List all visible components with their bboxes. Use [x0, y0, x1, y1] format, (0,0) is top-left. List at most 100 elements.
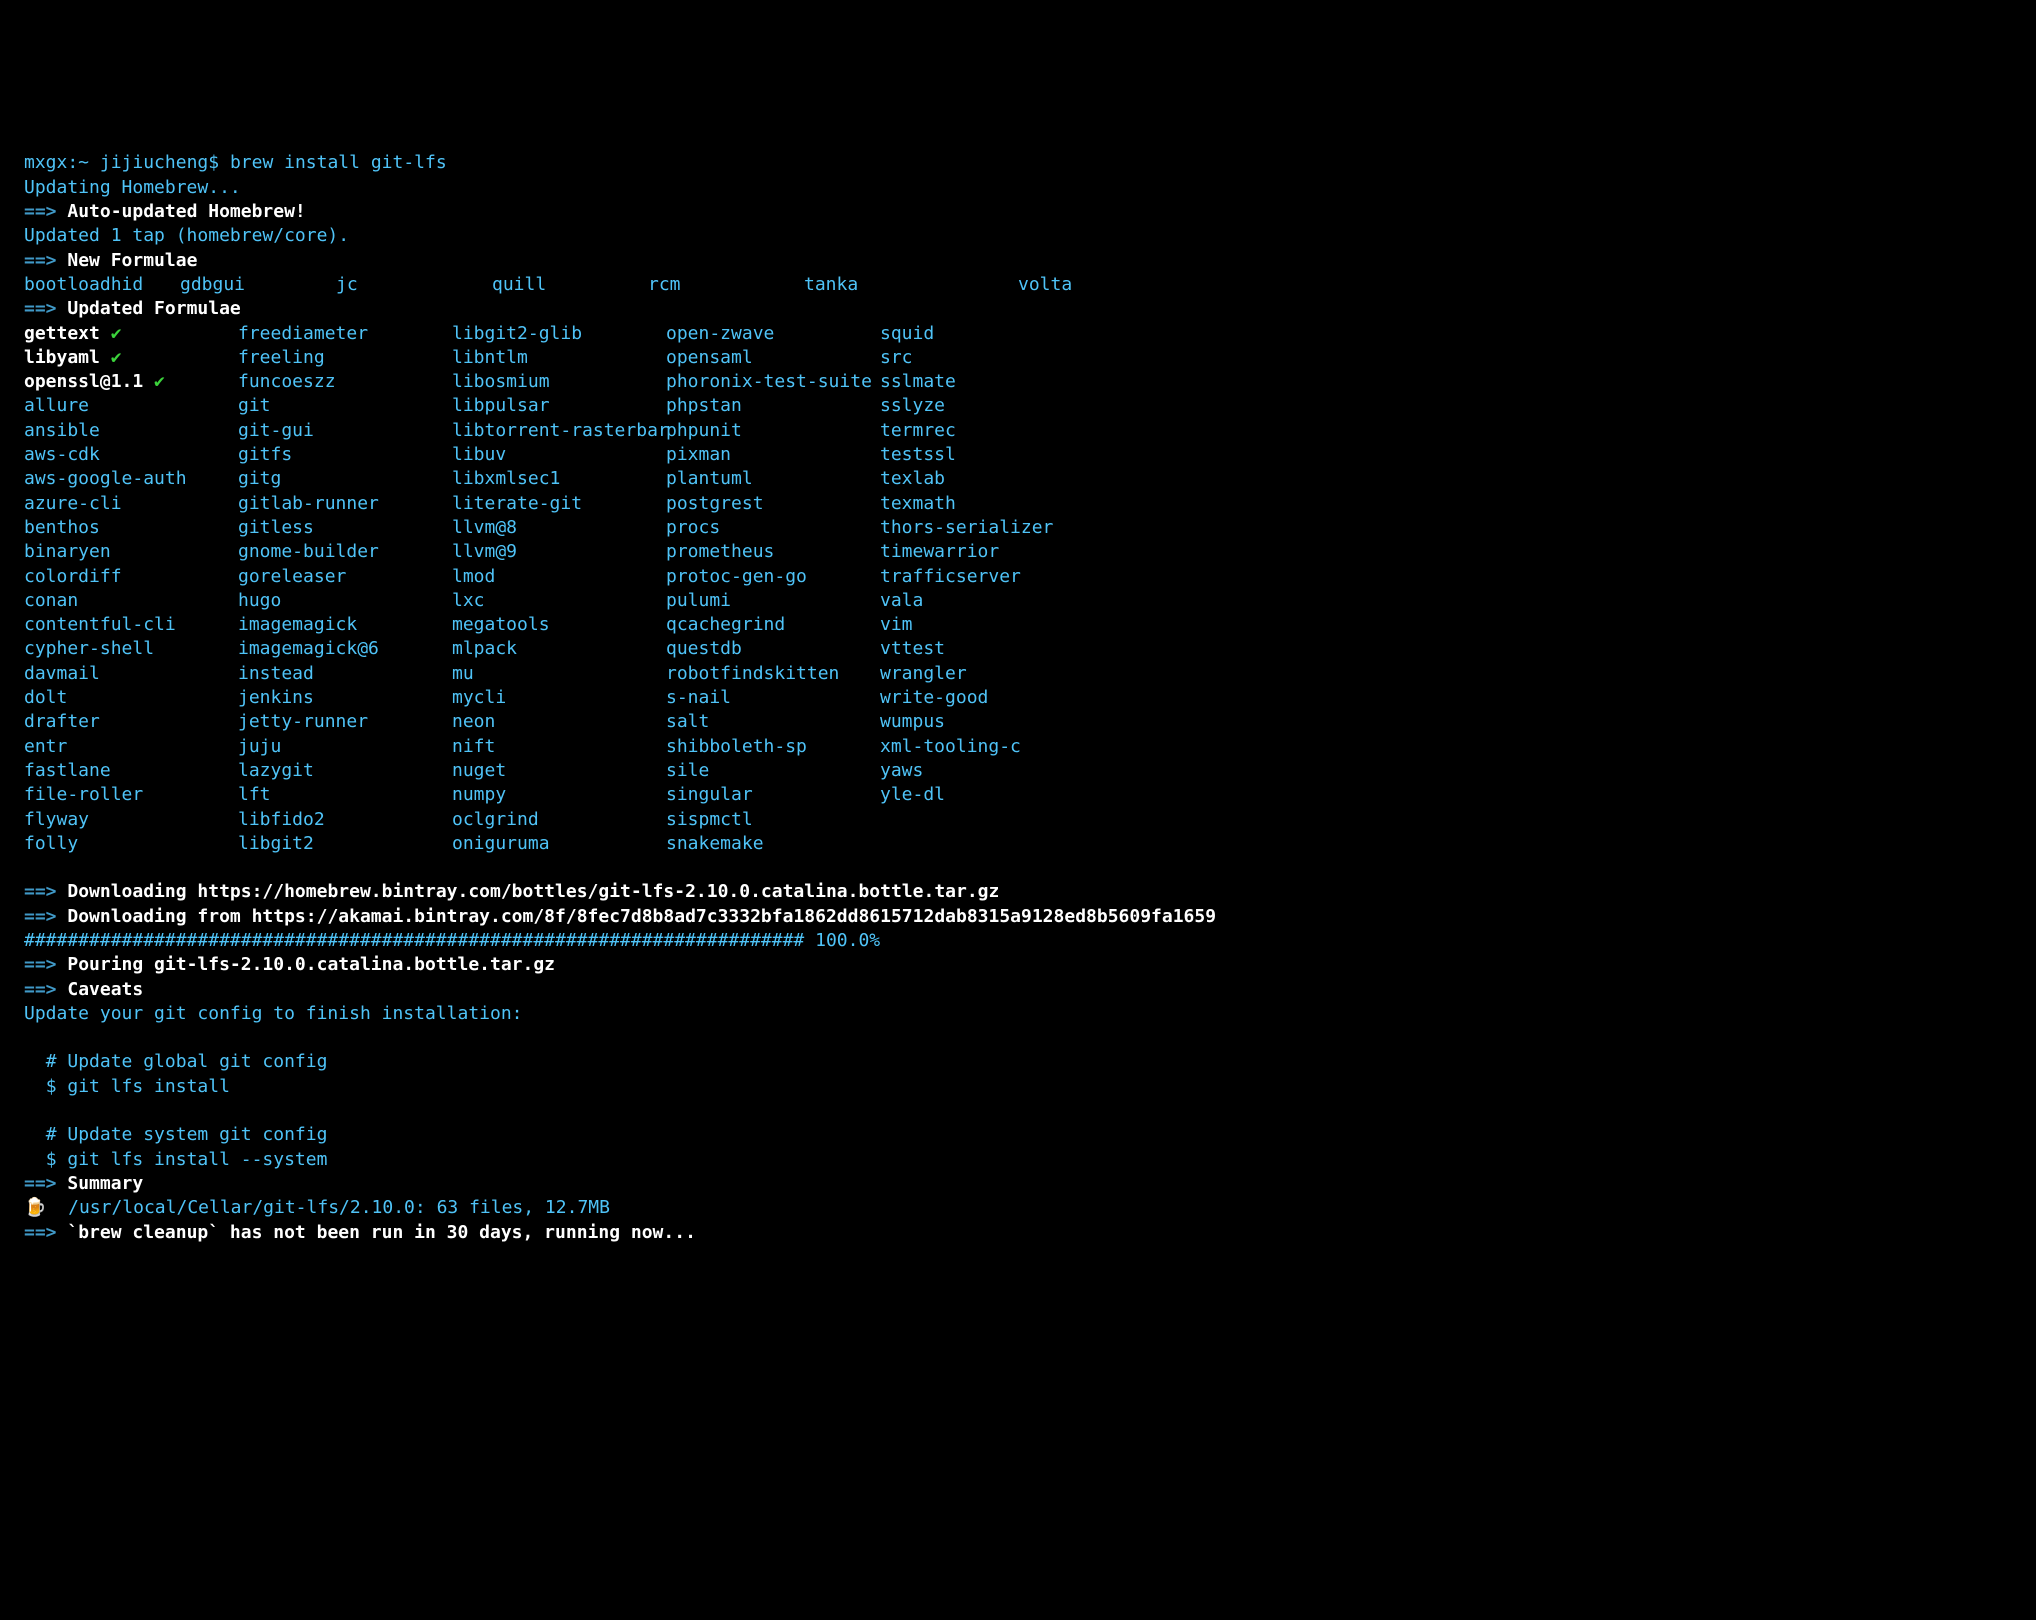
cleanup-line: `brew cleanup` has not been run in 30 da… [67, 1222, 696, 1243]
formula-item: robotfindskitten [666, 662, 880, 686]
arrow-icon: ==> [24, 1173, 57, 1194]
formula-item: freeling [238, 346, 452, 370]
formula-item: allure [24, 394, 238, 418]
formula-item: binaryen [24, 540, 238, 564]
formula-item: imagemagick@6 [238, 637, 452, 661]
formula-item: postgrest [666, 492, 880, 516]
formula-item: goreleaser [238, 565, 452, 589]
formula-row: gettext ✔freediameterlibgit2-glibopen-zw… [24, 322, 2012, 346]
formula-item: squid [880, 322, 1094, 346]
arrow-icon: ==> [24, 979, 57, 1000]
arrow-icon: ==> [24, 906, 57, 927]
formula-item: wrangler [880, 662, 1094, 686]
arrow-icon: ==> [24, 201, 57, 222]
terminal-output: mxgx:~ jijiucheng$ brew install git-lfs … [24, 127, 2012, 1245]
formula-item: jc [336, 273, 492, 297]
formula-item: sispmctl [666, 808, 880, 832]
formula-item-ticked: openssl@1.1 [24, 371, 154, 392]
formula-item: cypher-shell [24, 637, 238, 661]
formula-row: ansiblegit-guilibtorrent-rasterbarphpuni… [24, 419, 2012, 443]
formula-item: timewarrior [880, 540, 1094, 564]
formula-item: rcm [648, 273, 804, 297]
caveats-cmd: $ git lfs install --system [46, 1149, 328, 1170]
formula-row: contentful-cliimagemagickmegatoolsqcache… [24, 613, 2012, 637]
prompt-command: brew install git-lfs [230, 152, 447, 173]
formula-item: instead [238, 662, 452, 686]
formula-row: follylibgit2onigurumasnakemake [24, 832, 2012, 856]
formula-item: gdbgui [180, 273, 336, 297]
formula-row: fastlanelazygitnugetsileyaws [24, 759, 2012, 783]
formula-item: numpy [452, 783, 666, 807]
formula-item: volta [1018, 273, 1072, 297]
formula-item: snakemake [666, 832, 880, 856]
formula-item: aws-google-auth [24, 467, 238, 491]
formula-item: imagemagick [238, 613, 452, 637]
auto-updated-line: Auto-updated Homebrew! [67, 201, 305, 222]
formula-item: libosmium [452, 370, 666, 394]
formula-item: phpstan [666, 394, 880, 418]
formula-item: libuv [452, 443, 666, 467]
downloading-line: Downloading https://homebrew.bintray.com… [67, 881, 999, 902]
formula-item: lxc [452, 589, 666, 613]
formula-row: binaryengnome-builderllvm@9prometheustim… [24, 540, 2012, 564]
formula-row: entrjujuniftshibboleth-spxml-tooling-c [24, 735, 2012, 759]
prompt-user: jijiucheng [100, 152, 208, 173]
formula-item: prometheus [666, 540, 880, 564]
formula-row: cypher-shellimagemagick@6mlpackquestdbvt… [24, 637, 2012, 661]
caveats-comment: # Update system git config [46, 1124, 328, 1145]
formula-item: flyway [24, 808, 238, 832]
formula-item: jetty-runner [238, 710, 452, 734]
formula-row: benthosgitlessllvm@8procsthors-serialize… [24, 516, 2012, 540]
formula-item: questdb [666, 637, 880, 661]
summary-path: /usr/local/Cellar/git-lfs/2.10.0: 63 fil… [68, 1197, 610, 1218]
formula-row: davmailinsteadmurobotfindskittenwrangler [24, 662, 2012, 686]
formula-item: write-good [880, 686, 1094, 710]
formula-item: libgit2-glib [452, 322, 666, 346]
formula-item: git [238, 394, 452, 418]
caveats-cmd: $ git lfs install [46, 1076, 230, 1097]
formula-item: literate-git [452, 492, 666, 516]
pouring-line: Pouring git-lfs-2.10.0.catalina.bottle.t… [67, 954, 555, 975]
formula-item: xml-tooling-c [880, 735, 1094, 759]
formula-item: davmail [24, 662, 238, 686]
formula-item: nift [452, 735, 666, 759]
formula-item: texlab [880, 467, 1094, 491]
formula-item: neon [452, 710, 666, 734]
formula-item: libpulsar [452, 394, 666, 418]
formula-item: file-roller [24, 783, 238, 807]
formula-item: hugo [238, 589, 452, 613]
formula-item: yle-dl [880, 783, 1094, 807]
formula-item: azure-cli [24, 492, 238, 516]
formula-item: texmath [880, 492, 1094, 516]
formula-item: folly [24, 832, 238, 856]
formula-item: sslmate [880, 370, 1094, 394]
formula-row: aws-google-authgitglibxmlsec1plantumltex… [24, 467, 2012, 491]
formula-row: libyaml ✔freelinglibntlmopensamlsrc [24, 346, 2012, 370]
updated-tap-line: Updated 1 tap (homebrew/core). [24, 225, 349, 246]
formula-item: aws-cdk [24, 443, 238, 467]
formula-item: src [880, 346, 1094, 370]
formula-item: quill [492, 273, 648, 297]
formula-item: gitless [238, 516, 452, 540]
formula-item: wumpus [880, 710, 1094, 734]
formula-item: llvm@9 [452, 540, 666, 564]
formula-item: salt [666, 710, 880, 734]
formula-item-ticked: gettext [24, 323, 111, 344]
formula-item: bootloadhid [24, 273, 180, 297]
formula-item: open-zwave [666, 322, 880, 346]
formula-item: nuget [452, 759, 666, 783]
updated-formulae-header: Updated Formulae [67, 298, 240, 319]
formula-item: gitfs [238, 443, 452, 467]
formula-item: vim [880, 613, 1094, 637]
formula-item: libntlm [452, 346, 666, 370]
formula-item: fastlane [24, 759, 238, 783]
new-formulae-row: bootloadhidgdbguijcquillrcmtankavolta [24, 273, 2012, 297]
formula-item: singular [666, 783, 880, 807]
formula-row: aws-cdkgitfslibuvpixmantestssl [24, 443, 2012, 467]
checkmark-icon: ✔ [111, 347, 122, 368]
formula-item: pixman [666, 443, 880, 467]
checkmark-icon: ✔ [154, 371, 165, 392]
formula-item: git-gui [238, 419, 452, 443]
formula-item: oclgrind [452, 808, 666, 832]
formula-item: vala [880, 589, 1094, 613]
